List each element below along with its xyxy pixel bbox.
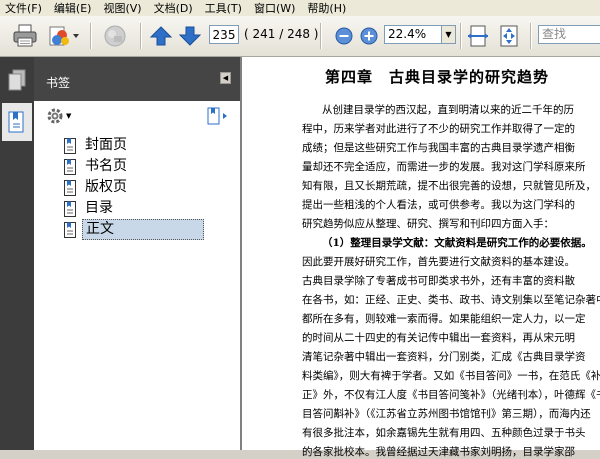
- bookmark-item-contents[interactable]: 目录: [64, 198, 238, 219]
- pages-icon: [8, 69, 26, 91]
- previous-page-button[interactable]: [149, 24, 173, 48]
- text-line: 提出一些粗浅的个人看法，或可供参考。我以为这门学科的: [302, 199, 575, 211]
- zoom-dropdown-button[interactable]: ▼: [442, 25, 456, 44]
- text-line: 量却还不完全适应，而需进一步的发展。我对这门学科原来所: [302, 161, 586, 173]
- page-number-input[interactable]: 235: [209, 25, 239, 44]
- zoom-input[interactable]: 22.4%: [384, 25, 442, 44]
- menu-document[interactable]: 文档(D): [149, 0, 200, 16]
- text-line: 从创建目录学的西汉起，直到明清以来的近二千年的历: [322, 104, 574, 116]
- menu-bar: 文件(F) 编辑(E) 视图(V) 文档(D) 工具(T) 窗口(W) 帮助(H…: [0, 0, 600, 16]
- document-page: 第四章 古典目录学的研究趋势 从创建目录学的西汉起，直到明清以来的近二千年的历 …: [264, 57, 600, 458]
- chevron-down-icon: ▼: [66, 112, 72, 120]
- options-button[interactable]: ▼: [46, 107, 71, 125]
- chevron-down-icon: ▼: [445, 30, 452, 39]
- text-line: 清笔记杂著中辑出一套资料，分门别类，汇成《古典目录学资: [302, 351, 586, 363]
- collaborate-button[interactable]: [46, 24, 80, 48]
- panel-title: 书签: [46, 76, 71, 90]
- expand-bookmark-button[interactable]: [206, 107, 228, 128]
- bookmark-item-copyright[interactable]: 版权页: [64, 177, 238, 198]
- bookmark-icon: [64, 221, 76, 238]
- collapse-panel-button[interactable]: ◀: [220, 72, 231, 84]
- bookmark-icon: [64, 200, 76, 217]
- menu-edit[interactable]: 编辑(E): [49, 0, 99, 16]
- menu-file[interactable]: 文件(F): [0, 0, 49, 16]
- bookmark-label: 封面页: [85, 137, 127, 153]
- text-line: 知有限，且又长期荒疏，提不出很完善的设想，只就管见所及，: [302, 180, 596, 192]
- text-line: 都所在多有，则较难一索而得。如果能组织一定人力，以一定: [302, 313, 586, 325]
- text-line: 料类编》，则大有裨于学者。又如《书目答问》一书，在范氏《补: [302, 370, 600, 382]
- bookmark-label: 正文: [82, 219, 204, 240]
- bookmark-list: 封面页 书名页 版权页 目录 正文: [64, 135, 238, 240]
- zoom-out-button[interactable]: [333, 24, 355, 48]
- gear-icon: [47, 108, 63, 124]
- text-line: 的时间从二十四史的有关记传中辑出一套资料，再从宋元明: [302, 332, 575, 344]
- bookmark-panel-icon: [8, 111, 24, 133]
- printer-icon: [13, 24, 37, 47]
- panel-header: 书签 ◀: [34, 57, 240, 101]
- fit-width-button[interactable]: [465, 24, 491, 48]
- bookmark-item-title-page[interactable]: 书名页: [64, 156, 238, 177]
- zoom-out-icon: [335, 27, 353, 45]
- text-line: 在各书，如：正经、正史、类书、政书、诗文别集以至笔记杂著中: [302, 294, 600, 306]
- menu-help[interactable]: 帮助(H): [302, 0, 353, 16]
- bookmarks-tab[interactable]: [2, 103, 32, 141]
- text-line: 古典目录学除了专著成书可即类求书外，还有丰富的资料散: [302, 275, 575, 287]
- bookmark-item-main-text[interactable]: 正文: [64, 219, 238, 240]
- menu-window[interactable]: 窗口(W): [249, 0, 302, 16]
- bookmarks-panel: 书签 ◀ ▼ 封面页 书名页 版权页 目录 正文: [34, 57, 242, 450]
- bookmark-item-cover[interactable]: 封面页: [64, 135, 238, 156]
- bookmark-expand-icon: [207, 107, 227, 125]
- text-line: （1）整理目录学文献：文献资料是研究工作的必要依据。: [322, 237, 592, 249]
- bookmark-label: 版权页: [85, 179, 127, 195]
- text-line: 成绩；但是这些研究工作与我国丰富的古典目录学遗产相衡: [302, 142, 575, 154]
- arrow-up-icon: [150, 26, 172, 46]
- bookmark-icon: [64, 137, 76, 154]
- review-button[interactable]: [100, 24, 130, 48]
- collaborate-icon: [49, 26, 79, 46]
- document-view[interactable]: 第四章 古典目录学的研究趋势 从创建目录学的西汉起，直到明清以来的近二千年的历 …: [242, 57, 600, 458]
- navigation-strip: [0, 57, 34, 450]
- text-line: 的各家批校本。我曾经据过天津藏书家刘明扬，目录学家邵: [302, 446, 575, 458]
- bookmark-icon: [64, 179, 76, 196]
- next-page-button[interactable]: [178, 24, 202, 48]
- zoom-in-button[interactable]: [358, 24, 380, 48]
- text-line: 程中，历来学者对此进行了不少的研究工作并取得了一定的: [302, 123, 575, 135]
- text-line: 有很多批注本，如余嘉锡先生就有用四、五种颜色过录于书头: [302, 427, 586, 439]
- fit-page-button[interactable]: [496, 24, 522, 48]
- page-count: ( 241 / 248 ): [244, 27, 319, 41]
- fit-width-icon: [468, 25, 488, 47]
- panel-toolbar: ▼: [34, 101, 240, 131]
- menu-view[interactable]: 视图(V): [98, 0, 148, 16]
- menu-tools[interactable]: 工具(T): [200, 0, 249, 16]
- print-button[interactable]: [10, 24, 40, 48]
- fit-page-icon: [500, 25, 518, 47]
- bookmark-icon: [64, 158, 76, 175]
- text-line: 研究趋势似应从整理、研究、撰写和刊印四方面入手：: [302, 218, 554, 230]
- text-line: 因此要开展好研究工作，首先要进行文献资料的基本建设。: [302, 256, 575, 268]
- arrow-down-icon: [179, 26, 201, 46]
- chapter-title: 第四章 古典目录学的研究趋势: [324, 68, 549, 86]
- zoom-in-icon: [360, 27, 378, 45]
- text-line: 正》外，不仅有江人度《书目答问笺补》（光绪刊本），叶德辉《书: [302, 389, 600, 401]
- text-line: 目答问斠补》（《江苏省立苏州图书馆馆刊》第三期），而海内还: [302, 408, 591, 420]
- search-input[interactable]: 查找: [538, 25, 600, 44]
- bookmark-label: 目录: [85, 200, 113, 216]
- chevron-left-icon: ◀: [222, 74, 229, 82]
- bookmark-label: 书名页: [85, 158, 127, 174]
- review-icon: [104, 25, 126, 47]
- pages-tab[interactable]: [2, 61, 32, 99]
